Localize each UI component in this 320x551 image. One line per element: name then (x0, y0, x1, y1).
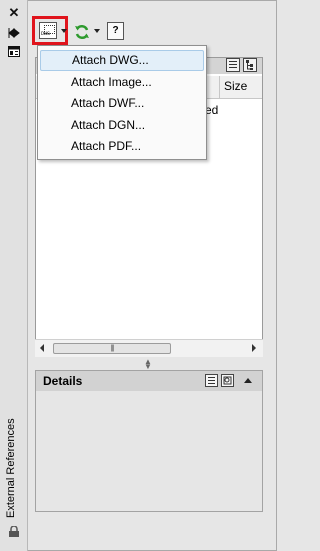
menu-item-attach-dgn[interactable]: Attach DGN... (40, 115, 204, 136)
help-icon[interactable]: ? (107, 22, 124, 40)
list-item[interactable]: ed (205, 103, 218, 117)
details-panel: Details (35, 370, 263, 512)
horizontal-scrollbar[interactable]: ||| (35, 339, 263, 357)
attach-dropdown-arrow[interactable] (61, 20, 67, 42)
scroll-right-icon[interactable] (252, 344, 256, 352)
auto-hide-icon[interactable] (7, 26, 21, 40)
menu-item-attach-image[interactable]: Attach Image... (40, 72, 204, 93)
collapse-details-icon[interactable] (244, 378, 252, 383)
attach-dropdown-menu: Attach DWG... Attach Image... Attach DWF… (37, 45, 207, 160)
palette-title: External References (5, 418, 17, 518)
tree-view-icon[interactable] (243, 58, 257, 72)
refresh-icon[interactable] (74, 24, 90, 40)
attach-dwg-icon[interactable]: DWG (39, 22, 57, 39)
scroll-left-icon[interactable] (40, 344, 44, 352)
list-view-icon[interactable] (226, 58, 240, 72)
details-header: Details (36, 371, 262, 391)
menu-item-attach-pdf[interactable]: Attach PDF... (40, 136, 204, 157)
scroll-thumb[interactable]: ||| (53, 343, 171, 354)
menu-item-attach-dwf[interactable]: Attach DWF... (40, 93, 204, 114)
column-header-size[interactable]: Size (224, 79, 247, 93)
column-separator[interactable] (219, 76, 220, 98)
palette-title-strip: ✕ External References (0, 0, 28, 551)
panel-splitter-icon[interactable]: ▲ ▼ (142, 358, 154, 371)
refresh-dropdown-arrow[interactable] (94, 20, 100, 42)
palette-settings-icon[interactable] (8, 525, 20, 538)
menu-item-attach-dwg[interactable]: Attach DWG... (40, 50, 204, 71)
details-title: Details (43, 374, 83, 388)
details-view-icon[interactable] (205, 374, 218, 387)
properties-icon[interactable] (7, 44, 21, 58)
preview-icon[interactable] (221, 374, 234, 387)
close-icon[interactable]: ✕ (7, 5, 21, 20)
